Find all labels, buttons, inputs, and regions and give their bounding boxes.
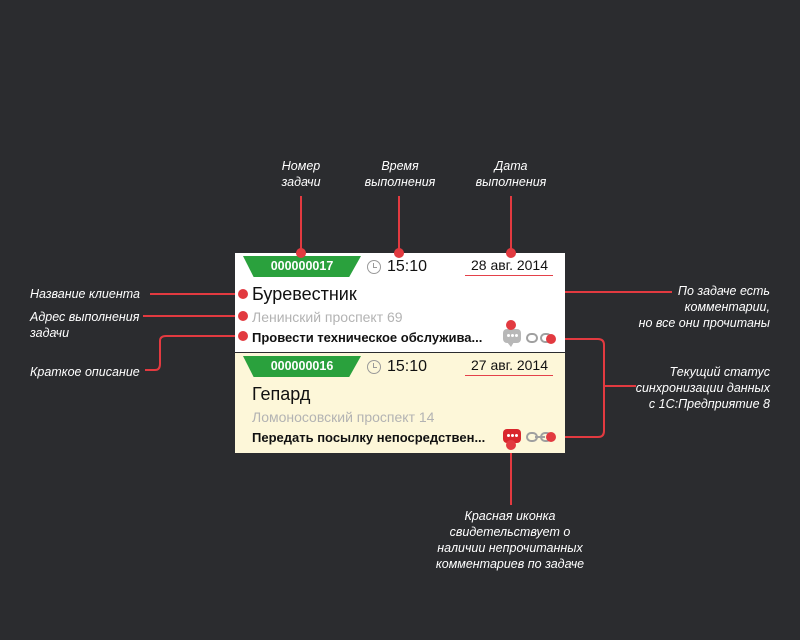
clock-icon: [367, 360, 381, 374]
date-underline: [465, 375, 553, 376]
callout-dot: [546, 432, 556, 442]
speech-bubble-icon[interactable]: [503, 329, 521, 347]
task-date: 27 авг. 2014: [471, 357, 549, 373]
date-underline: [465, 275, 553, 276]
annotation-task-number: Номер задачи: [281, 159, 321, 189]
task-date: 28 авг. 2014: [471, 257, 549, 273]
client-name: Гепард: [252, 384, 311, 404]
task-row[interactable]: 000000016 15:10 27 авг. 2014 Гепард Ломо…: [235, 353, 565, 453]
callout-dot: [546, 334, 556, 344]
annotation-client-name: Название клиента: [30, 287, 140, 301]
annotation-comments-read: По задаче есть комментарии, но все они про…: [638, 284, 770, 330]
annotation-sync-status: Текущий статус синхронизации данных с 1С:П…: [635, 365, 770, 411]
annotation-exec-date: Дата выполнения: [475, 159, 547, 189]
task-address: Ленинский проспект 69: [252, 309, 403, 325]
task-time: 15:10: [387, 358, 428, 375]
task-number-badge: 000000017: [243, 256, 361, 277]
task-description: Передать посылку непосредствен...: [252, 430, 486, 445]
callout-dot: [296, 248, 306, 258]
callout-dot: [238, 311, 248, 321]
callout-dot: [506, 320, 516, 330]
callout-dot: [394, 248, 404, 258]
annotation-exec-time: Время выполнения: [364, 159, 436, 189]
task-row[interactable]: 000000017 15:10 28 авг. 2014 Буревестник…: [235, 253, 565, 352]
task-number-badge: 000000016: [243, 356, 361, 377]
task-description: Провести техническое обслужива...: [252, 330, 483, 345]
callout-dot: [238, 289, 248, 299]
callout-dot: [506, 248, 516, 258]
annotation-exec-address: Адрес выполнения задачи: [30, 310, 140, 340]
client-name: Буревестник: [252, 284, 357, 304]
clock-icon: [367, 260, 381, 274]
task-address: Ломоносовский проспект 14: [252, 409, 435, 425]
annotation-short-desc: Краткое описание: [30, 365, 140, 379]
annotation-unread-icon: Красная иконка свидетельствует о наличии н…: [435, 509, 585, 571]
task-time: 15:10: [387, 258, 428, 275]
callout-dot: [506, 440, 516, 450]
callout-dot: [238, 331, 248, 341]
